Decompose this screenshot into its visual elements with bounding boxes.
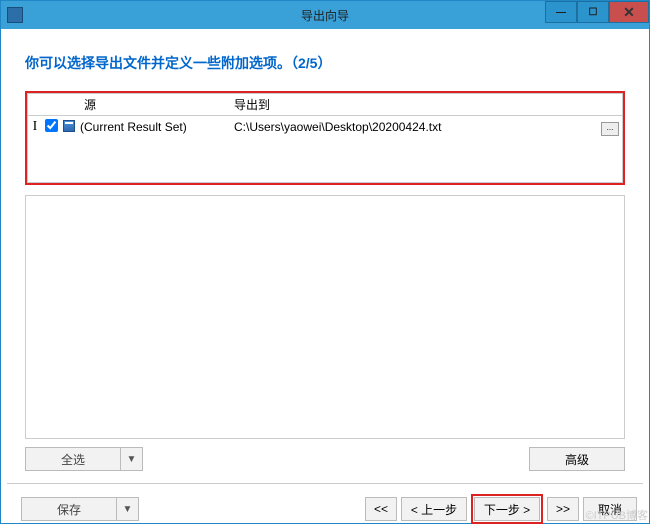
select-all-group: 全选 ▼ — [25, 447, 143, 471]
titlebar[interactable]: 导出向导 — ☐ ✕ — [1, 1, 649, 29]
row-dest-cell[interactable]: C:\Users\yaowei\Desktop\20200424.txt — [228, 120, 598, 134]
resultset-icon — [63, 120, 75, 132]
maximize-button[interactable]: ☐ — [577, 1, 609, 23]
first-button[interactable]: << — [365, 497, 397, 521]
save-group: 保存 ▼ — [21, 497, 139, 521]
select-all-dropdown[interactable]: ▼ — [121, 447, 143, 471]
row-checkbox[interactable] — [45, 119, 58, 132]
grid-header-source[interactable]: 源 — [78, 96, 228, 113]
window-controls: — ☐ ✕ — [545, 1, 649, 23]
export-wizard-window: 导出向导 — ☐ ✕ 你可以选择导出文件并定义一些附加选项。（2/5） 源 导出… — [0, 0, 650, 524]
export-grid-highlight: 源 导出到 I (Current Result Set) C:\Users\ya… — [25, 91, 625, 185]
next-button[interactable]: 下一步 > — [474, 497, 540, 521]
grid-header-dest[interactable]: 导出到 — [228, 96, 598, 113]
table-row[interactable]: I (Current Result Set) C:\Users\yaowei\D… — [28, 116, 622, 138]
content-area: 你可以选择导出文件并定义一些附加选项。（2/5） 源 导出到 I — [1, 29, 649, 524]
close-button[interactable]: ✕ — [609, 1, 649, 23]
nav-bar: 保存 ▼ << < 上一步 下一步 > >> 取消 — [7, 494, 643, 524]
grid-header-row: 源 导出到 — [28, 94, 622, 116]
save-dropdown[interactable]: ▼ — [117, 497, 139, 521]
save-button[interactable]: 保存 — [21, 497, 117, 521]
browse-button[interactable]: ... — [601, 122, 619, 136]
row-source-cell[interactable]: (Current Result Set) — [78, 120, 228, 134]
export-grid: 源 导出到 I (Current Result Set) C:\Users\ya… — [27, 93, 623, 183]
options-bar: 全选 ▼ 高级 — [25, 447, 625, 471]
separator — [7, 483, 643, 484]
row-checkbox-cell — [42, 119, 60, 135]
next-button-highlight: 下一步 > — [471, 494, 543, 524]
advanced-button[interactable]: 高级 — [529, 447, 625, 471]
row-type-icon-cell — [60, 120, 78, 135]
row-browse-cell: ... — [598, 119, 622, 136]
app-icon — [7, 7, 23, 23]
minimize-button[interactable]: — — [545, 1, 577, 23]
grid-empty-space — [28, 138, 622, 182]
row-cursor-icon: I — [28, 119, 42, 135]
last-button[interactable]: >> — [547, 497, 579, 521]
watermark: ©ITPUB博客 — [586, 507, 649, 523]
window-title: 导出向导 — [301, 7, 349, 24]
prev-button[interactable]: < 上一步 — [401, 497, 467, 521]
list-area — [25, 195, 625, 439]
select-all-button[interactable]: 全选 — [25, 447, 121, 471]
wizard-heading: 你可以选择导出文件并定义一些附加选项。（2/5） — [1, 29, 649, 91]
